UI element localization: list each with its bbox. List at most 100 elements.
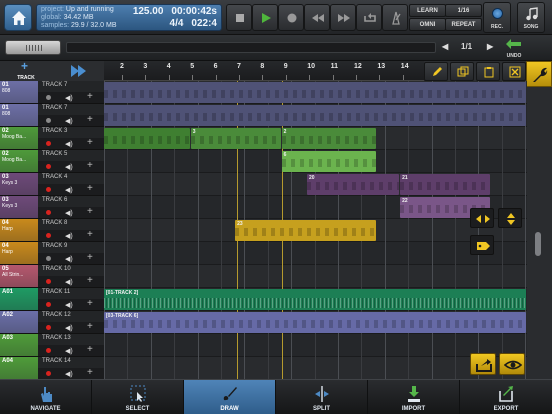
- quantize-button[interactable]: 1/16: [445, 4, 482, 17]
- track-header[interactable]: 04 Harp TRACK 9 ◀) +: [0, 242, 104, 265]
- add-effect-icon[interactable]: +: [87, 321, 93, 332]
- paste-tool-button[interactable]: [476, 62, 500, 81]
- add-effect-icon[interactable]: +: [87, 114, 93, 125]
- midi-clip[interactable]: [104, 128, 190, 149]
- track-header[interactable]: 02 Moog Ba... TRACK 3 ◀) +: [0, 127, 104, 150]
- timeline-overview[interactable]: [66, 42, 436, 53]
- track-record-icon[interactable]: [46, 210, 51, 215]
- arrangement-grid[interactable]: 3 2 6 20 21 22 23 [01-TRACK 2] [03-TRACK 6]: [104, 81, 527, 379]
- speaker-icon[interactable]: ◀): [65, 163, 73, 171]
- select-tool-button[interactable]: SELECT: [92, 380, 184, 414]
- audio-clip[interactable]: [01-TRACK 2]: [104, 289, 526, 310]
- add-effect-icon[interactable]: +: [87, 298, 93, 309]
- track-instrument-tile[interactable]: A03: [0, 334, 38, 356]
- marker-button[interactable]: [470, 235, 494, 255]
- midi-clip[interactable]: [03-TRACK 6]: [104, 312, 526, 333]
- add-effect-icon[interactable]: +: [87, 137, 93, 148]
- track-record-icon[interactable]: [46, 325, 51, 330]
- vertical-scrollbar[interactable]: [535, 232, 541, 256]
- rewind-button[interactable]: [304, 4, 330, 31]
- speaker-icon[interactable]: ◀): [65, 278, 73, 286]
- track-instrument-tile[interactable]: 03 Keys 3: [0, 173, 38, 195]
- track-instrument-tile[interactable]: 01 808: [0, 104, 38, 126]
- track-record-icon[interactable]: [46, 164, 51, 169]
- add-effect-icon[interactable]: +: [87, 206, 93, 217]
- home-button[interactable]: [4, 4, 32, 31]
- track-header[interactable]: A03 TRACK 13 ◀) +: [0, 334, 104, 357]
- speaker-icon[interactable]: ◀): [65, 324, 73, 332]
- track-instrument-tile[interactable]: 03 Keys 3: [0, 196, 38, 218]
- track-overview-scroller[interactable]: [5, 40, 61, 55]
- delete-tool-button[interactable]: [502, 62, 526, 81]
- rec-arm-button[interactable]: REC.: [483, 2, 511, 33]
- track-record-icon[interactable]: [46, 118, 51, 123]
- track-header[interactable]: A04 TRACK 14 ◀) +: [0, 357, 104, 379]
- share-clip-button[interactable]: [470, 353, 496, 375]
- import-tool-button[interactable]: IMPORT: [368, 380, 460, 414]
- track-instrument-tile[interactable]: 01 808: [0, 81, 38, 103]
- playhead-arrow-icon[interactable]: [70, 64, 88, 78]
- add-track-button[interactable]: + TRACK: [4, 59, 48, 81]
- track-instrument-tile[interactable]: A04: [0, 357, 38, 379]
- track-header[interactable]: 01 808 TRACK 7 ◀) +: [0, 81, 104, 104]
- track-header[interactable]: 03 Keys 3 TRACK 4 ◀) +: [0, 173, 104, 196]
- speaker-icon[interactable]: ◀): [65, 140, 73, 148]
- midi-clip[interactable]: 20: [307, 174, 400, 195]
- repeat-button[interactable]: REPEAT: [445, 18, 482, 31]
- stop-button[interactable]: [226, 4, 252, 31]
- speaker-icon[interactable]: ◀): [65, 255, 73, 263]
- speaker-icon[interactable]: ◀): [65, 232, 73, 240]
- add-effect-icon[interactable]: +: [87, 183, 93, 194]
- record-button[interactable]: [278, 4, 304, 31]
- track-record-icon[interactable]: [46, 141, 51, 146]
- midi-clip[interactable]: 21: [400, 174, 491, 195]
- add-effect-icon[interactable]: +: [87, 275, 93, 286]
- track-record-icon[interactable]: [46, 348, 51, 353]
- add-effect-icon[interactable]: +: [87, 252, 93, 263]
- prev-page-icon[interactable]: ◀: [442, 42, 448, 51]
- track-record-icon[interactable]: [46, 256, 51, 261]
- metronome-button[interactable]: [382, 4, 408, 31]
- track-record-icon[interactable]: [46, 187, 51, 192]
- undo-button[interactable]: UNDO: [502, 37, 526, 59]
- midi-clip[interactable]: 2: [281, 128, 376, 149]
- track-header[interactable]: A01 TRACK 11 ◀) +: [0, 288, 104, 311]
- speaker-icon[interactable]: ◀): [65, 370, 73, 378]
- add-effect-icon[interactable]: +: [87, 229, 93, 240]
- navigate-tool-button[interactable]: NAVIGATE: [0, 380, 92, 414]
- loop-button[interactable]: [356, 4, 382, 31]
- copy-tool-button[interactable]: [450, 62, 474, 81]
- midi-clip[interactable]: [104, 105, 526, 126]
- midi-clip[interactable]: 23: [235, 220, 376, 241]
- track-record-icon[interactable]: [46, 371, 51, 376]
- draw-tool-button[interactable]: DRAW: [184, 380, 276, 414]
- speaker-icon[interactable]: ◀): [65, 186, 73, 194]
- split-tool-button[interactable]: SPLIT: [276, 380, 368, 414]
- speaker-icon[interactable]: ◀): [65, 347, 73, 355]
- track-header[interactable]: 01 808 TRACK 7 ◀) +: [0, 104, 104, 127]
- timeline-ruler[interactable]: 2 3 4 5 6 7 8 9 10 11 12 13 14: [104, 61, 424, 81]
- track-instrument-tile[interactable]: 04 Harp: [0, 219, 38, 241]
- view-toggle-button[interactable]: [499, 353, 525, 375]
- omni-button[interactable]: OMNI: [409, 18, 446, 31]
- midi-clip[interactable]: [104, 82, 526, 103]
- song-button[interactable]: SONG: [517, 2, 545, 33]
- track-instrument-tile[interactable]: A01: [0, 288, 38, 310]
- track-header[interactable]: 03 Keys 3 TRACK 6 ◀) +: [0, 196, 104, 219]
- midi-clip[interactable]: 3: [190, 128, 281, 149]
- track-instrument-tile[interactable]: 04 Harp: [0, 242, 38, 264]
- speaker-icon[interactable]: ◀): [65, 94, 73, 102]
- add-effect-icon[interactable]: +: [87, 367, 93, 378]
- track-header[interactable]: 02 Moog Ba... TRACK 5 ◀) +: [0, 150, 104, 173]
- play-button[interactable]: [252, 4, 278, 31]
- settings-button[interactable]: [526, 61, 552, 87]
- next-page-icon[interactable]: ▶: [487, 42, 493, 51]
- track-header[interactable]: A02 TRACK 12 ◀) +: [0, 311, 104, 334]
- track-instrument-tile[interactable]: 02 Moog Ba...: [0, 150, 38, 172]
- track-record-icon[interactable]: [46, 279, 51, 284]
- add-effect-icon[interactable]: +: [87, 91, 93, 102]
- track-record-icon[interactable]: [46, 233, 51, 238]
- midi-clip[interactable]: 6: [281, 151, 376, 172]
- speaker-icon[interactable]: ◀): [65, 209, 73, 217]
- fast-forward-button[interactable]: [330, 4, 356, 31]
